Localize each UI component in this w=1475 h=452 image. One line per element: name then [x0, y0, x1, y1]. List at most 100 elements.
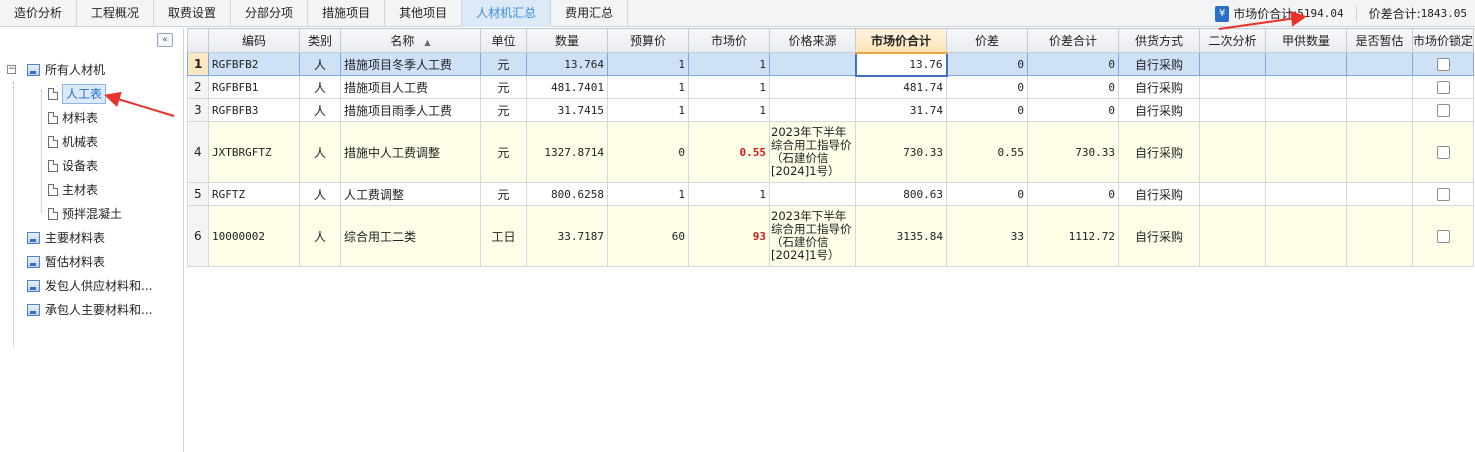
tree-node[interactable]: 设备表: [0, 154, 184, 178]
is-provisional-cell[interactable]: [1346, 121, 1413, 183]
secondary-analysis-cell[interactable]: [1199, 52, 1266, 76]
diff-total-cell[interactable]: 730.33: [1027, 121, 1119, 183]
name-cell[interactable]: 措施项目冬季人工费: [340, 52, 481, 76]
tree-node[interactable]: 暂估材料表: [0, 250, 184, 274]
code-cell[interactable]: RGFTZ: [208, 182, 300, 206]
price-diff-cell[interactable]: 0: [946, 75, 1028, 99]
lock-checkbox[interactable]: [1436, 229, 1450, 243]
type-cell[interactable]: 人: [299, 75, 341, 99]
tree-node[interactable]: 发包人供应材料和...: [0, 274, 184, 298]
minus-expander-icon[interactable]: −: [7, 65, 16, 74]
owner-supply-qty-cell[interactable]: [1265, 205, 1347, 267]
price-diff-cell[interactable]: 0: [946, 98, 1028, 122]
column-header[interactable]: 二次分析: [1199, 28, 1266, 53]
price-diff-cell[interactable]: 0: [946, 182, 1028, 206]
tree-node[interactable]: 主要材料表: [0, 226, 184, 250]
diff-total-cell[interactable]: 0: [1027, 182, 1119, 206]
quantity-cell[interactable]: 13.764: [526, 52, 608, 76]
market-price-cell[interactable]: 93: [688, 205, 770, 267]
column-header[interactable]: 供货方式: [1118, 28, 1200, 53]
tab-0[interactable]: 造价分析: [0, 0, 78, 27]
name-cell[interactable]: 措施项目人工费: [340, 75, 481, 99]
tree-node[interactable]: − 所有人材机: [0, 58, 184, 82]
is-provisional-cell[interactable]: [1346, 205, 1413, 267]
unit-cell[interactable]: 元: [480, 75, 527, 99]
column-header[interactable]: 数量: [526, 28, 608, 53]
budget-price-cell[interactable]: 1: [607, 75, 689, 99]
quantity-cell[interactable]: 33.7187: [526, 205, 608, 267]
tab-1[interactable]: 工程概况: [77, 0, 155, 27]
owner-supply-qty-cell[interactable]: [1265, 75, 1347, 99]
market-price-cell[interactable]: 1: [688, 75, 770, 99]
is-provisional-cell[interactable]: [1346, 98, 1413, 122]
name-cell[interactable]: 人工费调整: [340, 182, 481, 206]
price-diff-cell[interactable]: 0: [946, 52, 1028, 76]
owner-supply-qty-cell[interactable]: [1265, 121, 1347, 183]
tab-5[interactable]: 其他项目: [385, 0, 463, 27]
type-cell[interactable]: 人: [299, 205, 341, 267]
budget-price-cell[interactable]: 1: [607, 182, 689, 206]
quantity-cell[interactable]: 31.7415: [526, 98, 608, 122]
supply-method-cell[interactable]: 自行采购: [1118, 98, 1200, 122]
budget-price-cell[interactable]: 60: [607, 205, 689, 267]
type-cell[interactable]: 人: [299, 52, 341, 76]
table-row[interactable]: 2 RGFBFB1 人措施项目人工费元 481.7401 1 1 481.74 0 0 自行采购: [187, 75, 1475, 99]
market-price-cell[interactable]: 1: [688, 182, 770, 206]
diff-total-cell[interactable]: 0: [1027, 52, 1119, 76]
tab-6[interactable]: 人材机汇总: [462, 0, 552, 27]
supply-method-cell[interactable]: 自行采购: [1118, 182, 1200, 206]
market-price-cell[interactable]: 1: [688, 52, 770, 76]
quantity-cell[interactable]: 481.7401: [526, 75, 608, 99]
sort-up-icon[interactable]: ▲: [424, 38, 430, 47]
name-cell[interactable]: 综合用工二类: [340, 205, 481, 267]
price-source-cell[interactable]: 2023年下半年综合用工指导价（石建价信[2024]1号）: [769, 205, 856, 267]
column-header[interactable]: 名称 ▲: [340, 28, 481, 53]
table-row[interactable]: 5 RGFTZ 人人工费调整元 800.6258 1 1 800.63 0 0 自行采购: [187, 182, 1475, 206]
unit-cell[interactable]: 元: [480, 121, 527, 183]
tab-7[interactable]: 费用汇总: [551, 0, 629, 27]
market-total-cell[interactable]: 730.33: [855, 121, 947, 183]
tree-node[interactable]: 机械表: [0, 130, 184, 154]
column-header[interactable]: 预算价: [607, 28, 689, 53]
market-total-cell[interactable]: 800.63: [855, 182, 947, 206]
column-header[interactable]: 是否暂估: [1346, 28, 1413, 53]
unit-cell[interactable]: 元: [480, 182, 527, 206]
type-cell[interactable]: 人: [299, 98, 341, 122]
table-row[interactable]: 1 RGFBFB2 人措施项目冬季人工费元 13.764 1 1 13.76 0 0 自行采购: [187, 51, 1475, 77]
quantity-cell[interactable]: 800.6258: [526, 182, 608, 206]
diff-total-cell[interactable]: 1112.72: [1027, 205, 1119, 267]
budget-price-cell[interactable]: 1: [607, 52, 689, 76]
price-source-cell[interactable]: [769, 52, 856, 76]
lock-checkbox[interactable]: [1436, 103, 1450, 117]
price-source-cell[interactable]: 2023年下半年综合用工指导价（石建价信[2024]1号）: [769, 121, 856, 183]
code-cell[interactable]: RGFBFB1: [208, 75, 300, 99]
price-source-cell[interactable]: [769, 182, 856, 206]
owner-supply-qty-cell[interactable]: [1265, 52, 1347, 76]
is-provisional-cell[interactable]: [1346, 75, 1413, 99]
lock-checkbox[interactable]: [1436, 80, 1450, 94]
tree-node[interactable]: 承包人主要材料和...: [0, 298, 184, 322]
tab-3[interactable]: 分部分项: [231, 0, 309, 27]
secondary-analysis-cell[interactable]: [1199, 121, 1266, 183]
collapse-left-icon[interactable]: «: [157, 33, 173, 47]
is-provisional-cell[interactable]: [1346, 52, 1413, 76]
name-cell[interactable]: 措施中人工费调整: [340, 121, 481, 183]
type-cell[interactable]: 人: [299, 121, 341, 183]
price-diff-cell[interactable]: 0.55: [946, 121, 1028, 183]
tree-node[interactable]: 人工表: [0, 82, 184, 106]
lock-checkbox[interactable]: [1436, 57, 1450, 71]
secondary-analysis-cell[interactable]: [1199, 98, 1266, 122]
code-cell[interactable]: RGFBFB3: [208, 98, 300, 122]
column-header[interactable]: 价格来源: [769, 28, 856, 53]
supply-method-cell[interactable]: 自行采购: [1118, 205, 1200, 267]
tree-node[interactable]: 材料表: [0, 106, 184, 130]
diff-total-cell[interactable]: 0: [1027, 75, 1119, 99]
secondary-analysis-cell[interactable]: [1199, 205, 1266, 267]
market-total-cell[interactable]: 13.76: [854, 51, 948, 77]
owner-supply-qty-cell[interactable]: [1265, 182, 1347, 206]
lock-checkbox[interactable]: [1436, 145, 1450, 159]
tab-2[interactable]: 取费设置: [154, 0, 232, 27]
supply-method-cell[interactable]: 自行采购: [1118, 121, 1200, 183]
column-header[interactable]: 市场价合计: [855, 28, 947, 54]
column-header[interactable]: 价差合计: [1027, 28, 1119, 53]
